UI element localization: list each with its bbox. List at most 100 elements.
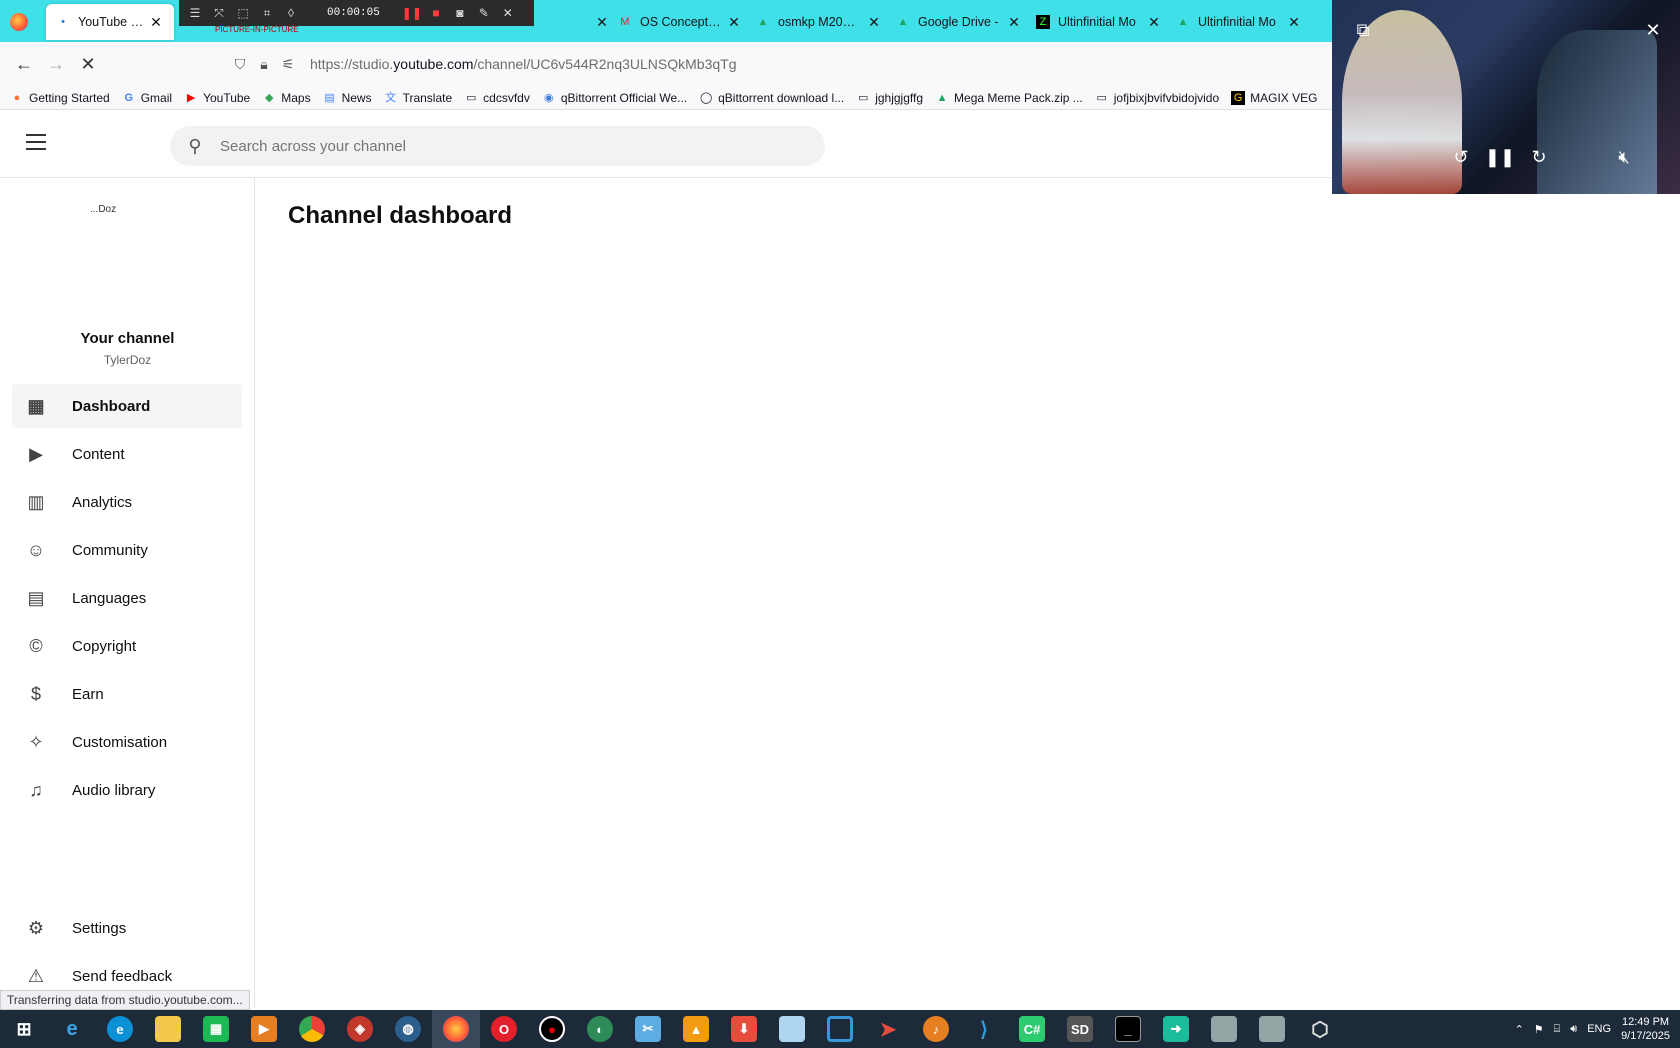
bookmark-folder[interactable]: ▭ jofjbixjbvifvbidojvido [1095,91,1220,105]
start-button[interactable]: ⊞ [0,1010,48,1048]
close-tab-icon[interactable]: ✕ [726,14,742,31]
taskbar-app[interactable]: ⟩ [960,1010,1008,1048]
taskbar-app[interactable]: e [48,1010,96,1048]
volume-icon[interactable]: 🔊︎ [1570,1023,1577,1036]
taskbar-app[interactable]: ◐ [576,1010,624,1048]
loading-spinner-icon[interactable]: ✕ [72,48,104,80]
shield-icon[interactable]: ⛉ [228,56,252,73]
flag-icon[interactable]: ⚑ [1534,1023,1544,1036]
menu-icon[interactable] [26,134,46,150]
taskbar-app[interactable]: ▦ [192,1010,240,1048]
taskbar-app[interactable]: ✂ [624,1010,672,1048]
bookmark-item[interactable]: G Gmail [122,91,172,105]
bookmark-item[interactable]: ▲ Mega Meme Pack.zip ... [935,91,1083,105]
taskbar-app[interactable]: ▲ [672,1010,720,1048]
rewind-icon[interactable]: ↺ [1448,144,1474,170]
sidebar-item-customisation[interactable]: ✧ Customisation [12,720,242,764]
channel-search[interactable]: ⚲ [170,126,825,166]
taskbar-app[interactable]: e [96,1010,144,1048]
taskbar-app[interactable]: ⬇ [720,1010,768,1048]
bookmark-folder[interactable]: ▭ cdcsvfdv [464,91,530,105]
tab-ultinfinitial-1[interactable]: Z Ultinfinitial Mo ✕ [1036,4,1162,40]
camera-icon[interactable]: ◙ [450,3,470,23]
search-icon[interactable]: ⚲ [170,136,220,157]
taskbar-app[interactable] [288,1010,336,1048]
url-bar[interactable]: ⛉ 🔒︎ ⚟ https://studio.youtube.com/channe… [228,48,1328,80]
sidebar-item-dashboard[interactable]: ▦ Dashboard [12,384,242,428]
network-icon[interactable]: ⌸ [1554,1023,1561,1036]
taskbar-app[interactable] [432,1010,480,1048]
chevron-up-icon[interactable]: ⌃ [1515,1023,1524,1036]
sidebar-item-analytics[interactable]: ▥ Analytics [12,480,242,524]
bookmark-item[interactable]: ◆ Maps [262,91,311,105]
taskbar-app[interactable]: ⬡ [1296,1010,1344,1048]
close-tab-icon[interactable]: ✕ [1146,14,1162,31]
taskbar-app[interactable]: ● [528,1010,576,1048]
taskbar-app[interactable] [816,1010,864,1048]
close-tab-icon[interactable]: ✕ [866,14,882,31]
close-recorder-icon[interactable]: ✕ [498,3,518,23]
bookmark-item[interactable]: 文 Translate [384,91,452,105]
tab-youtube-studio[interactable]: • YouTube Creator Studio ✕ [46,4,174,40]
mute-icon[interactable]: 🔇︎ [1611,144,1637,170]
sidebar-item-community[interactable]: ☺ Community [12,528,242,572]
taskbar-app[interactable]: O [480,1010,528,1048]
close-tab-icon[interactable]: ✕ [594,14,610,31]
clock[interactable]: 12:49 PM 9/17/2025 [1621,1015,1670,1043]
tab-os-concepts[interactable]: M OS Concepts Kn ✕ [618,4,742,40]
resize-icon[interactable]: ⤧ [209,3,229,23]
taskbar-app[interactable] [1200,1010,1248,1048]
sidebar-item-audio-library[interactable]: ♫ Audio library [12,768,242,812]
bookmark-item[interactable]: ▤ News [323,91,371,105]
drop-icon[interactable]: ◊ [281,3,301,23]
bookmark-item[interactable]: ● Getting Started [10,91,110,105]
lock-icon[interactable]: 🔒︎ [252,56,276,73]
pause-record-icon[interactable]: ❚❚ [402,3,422,23]
taskbar-app[interactable] [1248,1010,1296,1048]
channel-avatar[interactable]: ...Doz [90,204,116,215]
search-input[interactable] [220,137,780,155]
sidebar-item-settings[interactable]: ⚙ Settings [12,906,242,950]
close-tab-icon[interactable]: ✕ [148,14,164,31]
taskbar-app[interactable]: ◈ [336,1010,384,1048]
back-to-tab-icon[interactable]: ⧉ [1350,17,1376,43]
crop-icon[interactable]: ⌗ [257,3,277,23]
forward-icon[interactable]: → [40,48,72,80]
taskbar-app[interactable]: ➤ [864,1010,912,1048]
taskbar-app[interactable]: _ [1104,1010,1152,1048]
taskbar-app[interactable] [768,1010,816,1048]
permissions-icon[interactable]: ⚟ [276,56,300,73]
bookmark-item[interactable]: ▶ YouTube [184,91,250,105]
firefox-logo-icon[interactable] [10,13,28,31]
region-icon[interactable]: ⬚ [233,3,253,23]
menu-icon[interactable]: ☰ [185,3,205,23]
taskbar-app[interactable]: ♪ [912,1010,960,1048]
sidebar-item-earn[interactable]: $ Earn [12,672,242,716]
bookmark-item[interactable]: ◯ qBittorrent download l... [699,91,844,105]
forward-icon[interactable]: ↻ [1526,144,1552,170]
taskbar-app[interactable]: ▶ [240,1010,288,1048]
taskbar-app[interactable] [144,1010,192,1048]
language-indicator[interactable]: ENG [1587,1023,1611,1035]
stop-record-icon[interactable]: ■ [426,3,446,23]
taskbar-app[interactable]: SD [1056,1010,1104,1048]
sidebar-item-copyright[interactable]: © Copyright [12,624,242,668]
bookmark-item[interactable]: G MAGIX VEG [1231,90,1318,105]
tab-google-drive[interactable]: ▲ Google Drive - ✕ [896,4,1022,40]
url-text[interactable]: https://studio.youtube.com/channel/UC6v5… [310,56,737,72]
back-icon[interactable]: ← [8,48,40,80]
taskbar-app[interactable]: ◍ [384,1010,432,1048]
pause-icon[interactable]: ❚❚ [1485,144,1515,170]
close-tab-icon[interactable]: ✕ [1286,14,1302,31]
taskbar-app[interactable]: ➜ [1152,1010,1200,1048]
tab-ultinfinitial-2[interactable]: ▲ Ultinfinitial Mo ✕ [1176,4,1302,40]
tab-osmkp[interactable]: ▲ osmkp M2020U ✕ [756,4,882,40]
picture-in-picture-window[interactable]: ⧉ ✕ ↺ ❚❚ ↻ 🔇︎ [1332,0,1680,194]
close-pip-icon[interactable]: ✕ [1640,17,1666,43]
bookmark-folder[interactable]: ▭ jghjgjgffg [856,91,923,105]
sidebar-item-content[interactable]: ▶︎ Content [12,432,242,476]
close-tab-icon[interactable]: ✕ [1006,14,1022,31]
pen-icon[interactable]: ✎ [474,3,494,23]
taskbar-app[interactable]: C# [1008,1010,1056,1048]
sidebar-item-languages[interactable]: ▤ Languages [12,576,242,620]
